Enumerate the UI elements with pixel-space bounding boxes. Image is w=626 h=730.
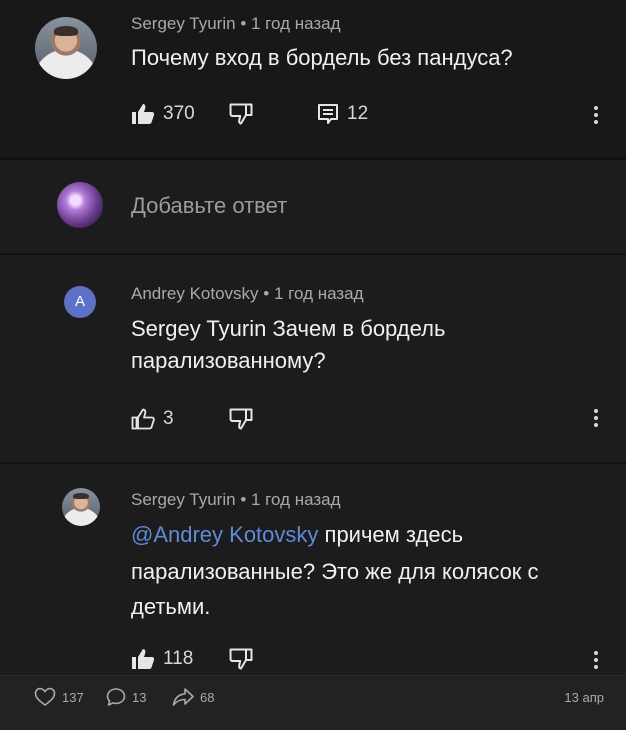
meta-separator: •	[240, 490, 247, 509]
meta-separator: •	[240, 14, 247, 33]
more-vert-icon[interactable]	[593, 651, 599, 669]
avatar[interactable]	[35, 17, 97, 79]
divider	[0, 253, 626, 255]
share-arrow-icon	[172, 688, 194, 706]
comment-text-fragment: причем здесь	[318, 522, 464, 547]
like-filled-icon	[132, 104, 155, 124]
post-share-count: 68	[200, 689, 215, 705]
post-footer: 137 13 68 13 апр	[0, 675, 626, 730]
post-share-button[interactable]: 68	[172, 687, 214, 707]
comment-text-line: @Andrey Kotovsky причем здесь	[131, 519, 463, 550]
comment-author[interactable]: Sergey Tyurin	[131, 14, 236, 33]
comment-author[interactable]: Andrey Kotovsky	[131, 284, 259, 303]
post-comment-count: 13	[132, 689, 147, 705]
like-button[interactable]: 3	[131, 408, 174, 430]
comments-screen: Sergey Tyurin • 1 год назад Почему вход …	[0, 0, 626, 730]
post-like-button[interactable]: 137	[34, 687, 84, 707]
divider	[0, 158, 626, 160]
comment-time: 1 год назад	[273, 284, 364, 303]
replies-button[interactable]: 12	[317, 103, 368, 125]
comment-meta: Sergey Tyurin • 1 год назад	[131, 490, 341, 510]
dislike-icon	[229, 408, 253, 430]
like-count: 118	[163, 648, 194, 669]
add-reply-input[interactable]: Добавьте ответ	[131, 193, 287, 219]
comment-time: 1 год назад	[251, 490, 341, 509]
reply-count: 12	[347, 103, 369, 124]
divider	[0, 462, 626, 464]
post-comments-button[interactable]: 13	[106, 687, 146, 707]
heart-icon	[34, 687, 56, 706]
dislike-button[interactable]	[229, 408, 253, 430]
more-vert-icon[interactable]	[593, 409, 599, 427]
post-like-count: 137	[62, 689, 84, 705]
dislike-icon	[229, 103, 253, 125]
comment-text-line: парализованные? Это же для колясок с	[131, 559, 539, 584]
comment-time: 1 год назад	[251, 14, 341, 33]
comment-meta: Andrey Kotovsky • 1 год назад	[131, 284, 364, 304]
like-count: 3	[163, 408, 174, 429]
like-count: 370	[163, 103, 195, 124]
comment-meta: Sergey Tyurin • 1 год назад	[131, 14, 341, 34]
avatar[interactable]	[62, 488, 100, 526]
dislike-button[interactable]	[229, 103, 253, 125]
avatar	[57, 182, 103, 228]
comment-text-line: Sergey Tyurin Зачем в бордель	[131, 316, 446, 341]
comment-text-line: парализованному?	[131, 348, 326, 373]
like-filled-icon	[132, 649, 155, 669]
post-date: 13 апр	[564, 690, 604, 705]
meta-separator: •	[263, 284, 270, 303]
user-mention-link[interactable]: @Andrey Kotovsky	[131, 522, 318, 547]
like-button[interactable]: 370	[131, 103, 195, 125]
like-button[interactable]: 118	[131, 648, 193, 670]
dislike-button[interactable]	[229, 648, 253, 670]
comment-text-line: детьми.	[131, 594, 211, 619]
reply-icon	[318, 104, 338, 124]
like-outline-icon	[131, 408, 155, 430]
dislike-icon	[229, 648, 253, 670]
comment-bubble-icon	[106, 688, 126, 706]
comment-author[interactable]: Sergey Tyurin	[131, 490, 236, 509]
comment-text: Почему вход в бордель без пандуса?	[131, 45, 513, 70]
more-vert-icon[interactable]	[593, 106, 599, 124]
avatar[interactable]: A	[64, 286, 96, 318]
